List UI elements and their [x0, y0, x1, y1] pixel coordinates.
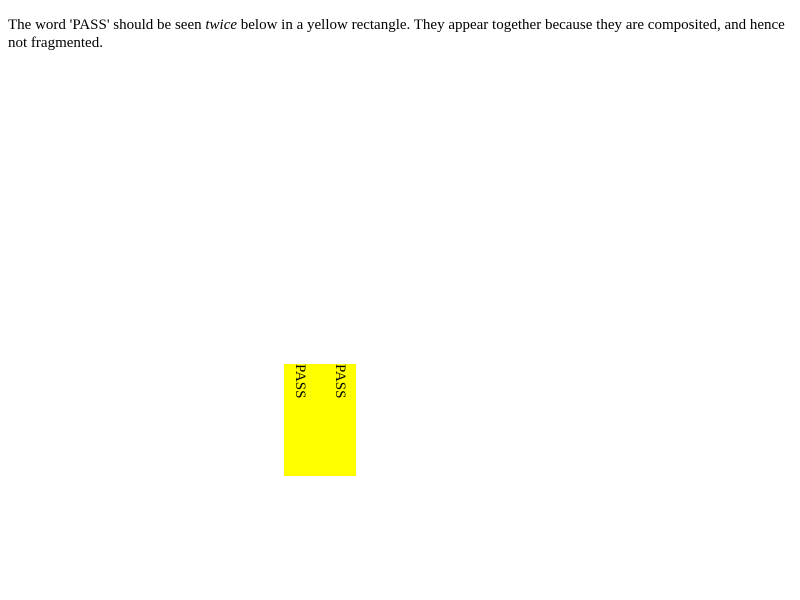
instruction-text: The word 'PASS' should be seen twice bel…	[8, 16, 792, 52]
pass-word-1: PASS	[292, 364, 308, 399]
yellow-rectangle: PASS PASS	[284, 364, 356, 476]
instruction-emphasis: twice	[205, 17, 238, 33]
instruction-text-part-1: The word 'PASS' should be seen	[8, 17, 206, 33]
pass-word-2: PASS	[332, 364, 348, 399]
